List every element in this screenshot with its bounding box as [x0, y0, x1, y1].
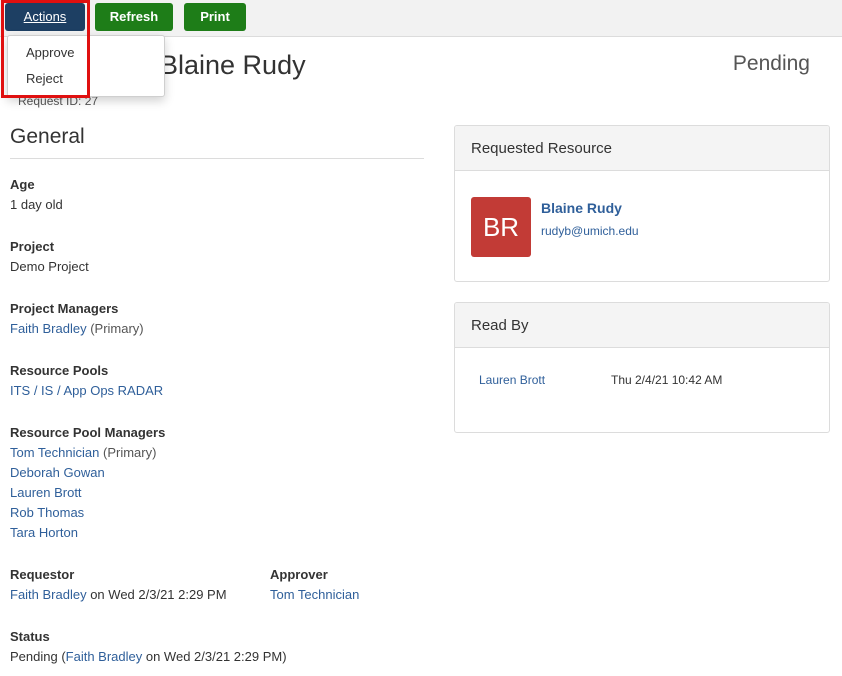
- person-link[interactable]: Rob Thomas: [10, 505, 84, 520]
- requested-resource-panel: Requested Resource BR Blaine Rudy rudyb@…: [454, 125, 830, 282]
- list-item: Tara Horton: [10, 523, 165, 543]
- field-value: 1 day old: [10, 197, 63, 212]
- resource-name-link[interactable]: Blaine Rudy: [541, 200, 622, 216]
- field-status: Status Pending (Faith Bradley on Wed 2/3…: [10, 627, 287, 667]
- person-link[interactable]: Deborah Gowan: [10, 465, 105, 480]
- panel-title: Requested Resource: [455, 126, 829, 171]
- resource-pool-link[interactable]: ITS / IS / App Ops RADAR: [10, 383, 163, 398]
- person-link[interactable]: Faith Bradley: [10, 587, 87, 602]
- field-resource-pool-managers: Resource Pool Managers Tom Technician (P…: [10, 423, 165, 543]
- resource-email-link[interactable]: rudyb@umich.edu: [541, 224, 639, 238]
- actions-dropdown-menu: Approve Reject: [7, 35, 165, 97]
- section-divider: [10, 158, 424, 159]
- person-link[interactable]: Lauren Brott: [10, 485, 82, 500]
- field-label: Requestor: [10, 567, 75, 582]
- person-link[interactable]: Faith Bradley: [10, 321, 87, 336]
- field-label: Approver: [270, 567, 328, 582]
- read-timestamp: Thu 2/4/21 10:42 AM: [611, 373, 723, 387]
- requested-on-text: on Wed 2/3/21 2:29 PM: [86, 587, 227, 602]
- menu-item-approve[interactable]: Approve: [26, 45, 74, 60]
- status-prefix: Pending (: [10, 649, 66, 664]
- panel-title: Read By: [455, 303, 829, 348]
- primary-tag: (Primary): [99, 445, 157, 460]
- field-label: Status: [10, 629, 50, 644]
- list-item: Rob Thomas: [10, 503, 165, 523]
- person-link[interactable]: Tom Technician: [270, 587, 359, 602]
- list-item: Tom Technician (Primary): [10, 443, 165, 463]
- field-resource-pools: Resource Pools ITS / IS / App Ops RADAR: [10, 361, 163, 401]
- print-button[interactable]: Print: [184, 3, 246, 31]
- field-value: Faith Bradley (Primary): [10, 319, 144, 339]
- person-link[interactable]: Tom Technician: [10, 445, 99, 460]
- field-value: Demo Project: [10, 259, 89, 274]
- person-link[interactable]: Tara Horton: [10, 525, 78, 540]
- page-title-text: Blaine Rudy: [160, 50, 306, 80]
- avatar: BR: [471, 197, 531, 257]
- field-label: Project Managers: [10, 301, 119, 316]
- field-project-managers: Project Managers Faith Bradley (Primary): [10, 299, 144, 339]
- menu-item-reject[interactable]: Reject: [26, 71, 63, 86]
- field-value: Pending (Faith Bradley on Wed 2/3/21 2:2…: [10, 647, 287, 667]
- page-title: Blaine Rudy: [160, 50, 306, 81]
- list-item: Lauren Brott: [10, 483, 165, 503]
- field-project: Project Demo Project: [10, 237, 89, 277]
- field-approver: Approver Tom Technician: [270, 565, 359, 605]
- field-requestor: Requestor Faith Bradley on Wed 2/3/21 2:…: [10, 565, 227, 605]
- section-title-general: General: [10, 125, 85, 148]
- field-label: Resource Pool Managers: [10, 425, 166, 440]
- reader-link[interactable]: Lauren Brott: [479, 373, 545, 387]
- person-link[interactable]: Faith Bradley: [66, 649, 143, 664]
- toolbar: Actions Refresh Print: [0, 0, 842, 37]
- actions-button[interactable]: Actions: [5, 3, 85, 31]
- status-suffix: on Wed 2/3/21 2:29 PM): [142, 649, 287, 664]
- field-label: Project: [10, 239, 55, 254]
- primary-tag: (Primary): [86, 321, 144, 336]
- field-value: Faith Bradley on Wed 2/3/21 2:29 PM: [10, 585, 227, 605]
- field-age: Age 1 day old: [10, 175, 63, 215]
- field-label: Age: [10, 177, 35, 192]
- status-badge: Pending: [732, 52, 810, 75]
- field-value: Tom Technician: [270, 585, 359, 605]
- field-value: ITS / IS / App Ops RADAR: [10, 381, 163, 401]
- read-by-panel: Read By Lauren Brott Thu 2/4/21 10:42 AM: [454, 302, 830, 433]
- list-item: Deborah Gowan: [10, 463, 165, 483]
- field-label: Resource Pools: [10, 363, 109, 378]
- refresh-button[interactable]: Refresh: [95, 3, 173, 31]
